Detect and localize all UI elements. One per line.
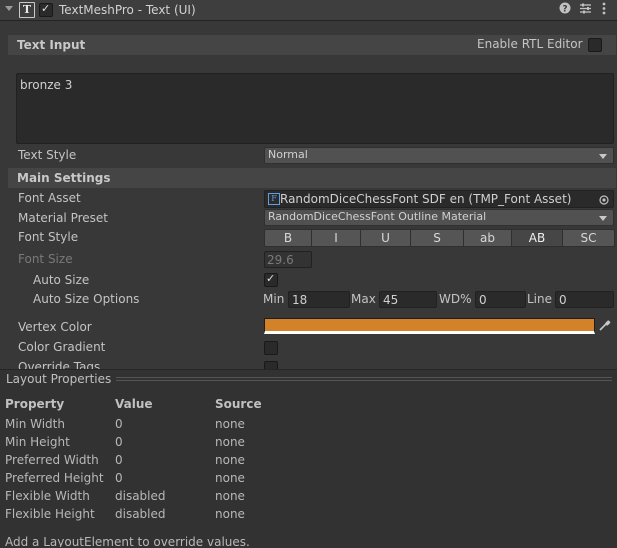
font-size-label: Font Size bbox=[18, 252, 73, 266]
line-label: Line bbox=[527, 292, 553, 306]
table-row-source: none bbox=[215, 489, 245, 503]
color-gradient-label: Color Gradient bbox=[18, 340, 106, 354]
table-row-value: 0 bbox=[115, 471, 123, 485]
table-row-property: Flexible Height bbox=[5, 507, 95, 521]
table-row-value: disabled bbox=[115, 507, 166, 521]
divider bbox=[116, 377, 612, 378]
text-input-value: bronze 3 bbox=[20, 78, 73, 92]
table-row-source: none bbox=[215, 417, 245, 431]
font-asset-label: Font Asset bbox=[18, 191, 81, 205]
min-value: 18 bbox=[292, 293, 308, 307]
component-enabled-checkbox[interactable]: ✓ bbox=[39, 2, 53, 17]
min-label: Min bbox=[263, 292, 285, 306]
chevron-down-icon bbox=[599, 216, 607, 221]
text-input-area[interactable]: bronze 3 bbox=[16, 73, 614, 144]
table-row-value: 0 bbox=[115, 435, 123, 449]
checkmark-icon: ✓ bbox=[266, 272, 276, 285]
uppercase-button[interactable]: AB bbox=[512, 230, 563, 246]
divider bbox=[116, 380, 612, 381]
text-style-label: Text Style bbox=[18, 148, 77, 162]
font-asset-icon: F bbox=[268, 193, 280, 205]
layout-footer-note: Add a LayoutElement to override values. bbox=[5, 535, 250, 547]
wd-field[interactable]: 0 bbox=[475, 291, 526, 308]
kebab-menu-icon[interactable] bbox=[602, 2, 606, 18]
presets-icon[interactable] bbox=[579, 2, 592, 18]
table-row-property: Preferred Width bbox=[5, 453, 99, 467]
material-preset-value: RandomDiceChessFont Outline Material bbox=[268, 210, 487, 223]
font-asset-value: RandomDiceChessFont SDF en (TMP_Font Ass… bbox=[280, 192, 572, 206]
wd-value: 0 bbox=[479, 293, 487, 307]
vertex-color-label: Vertex Color bbox=[18, 320, 92, 334]
column-header-property: Property bbox=[5, 397, 65, 411]
color-gradient-checkbox[interactable] bbox=[264, 341, 278, 355]
text-component-icon: T bbox=[19, 2, 35, 18]
max-value: 45 bbox=[383, 293, 399, 307]
table-row-property: Min Height bbox=[5, 435, 70, 449]
material-preset-label: Material Preset bbox=[18, 211, 108, 225]
font-style-toolbar: B I U S ab AB SC bbox=[264, 229, 615, 247]
max-field[interactable]: 45 bbox=[379, 291, 437, 308]
main-settings-label: Main Settings bbox=[17, 171, 111, 185]
table-row-value: 0 bbox=[115, 417, 123, 431]
checkmark-icon: ✓ bbox=[41, 2, 51, 15]
material-preset-dropdown[interactable]: RandomDiceChessFont Outline Material bbox=[264, 209, 614, 226]
layout-properties-title: Layout Properties bbox=[6, 372, 112, 386]
help-icon[interactable]: ? bbox=[559, 2, 571, 17]
auto-size-checkbox[interactable]: ✓ bbox=[264, 272, 278, 287]
table-row-source: none bbox=[215, 453, 245, 467]
underline-button[interactable]: U bbox=[361, 230, 411, 246]
table-row-source: none bbox=[215, 435, 245, 449]
text-style-dropdown[interactable]: Normal bbox=[264, 147, 614, 164]
override-tags-row: Override Tags bbox=[0, 356, 617, 369]
table-row-value: 0 bbox=[115, 453, 123, 467]
table-row-source: none bbox=[215, 507, 245, 521]
override-tags-label: Override Tags bbox=[18, 360, 101, 369]
strikethrough-button[interactable]: S bbox=[411, 230, 464, 246]
table-row-property: Min Width bbox=[5, 417, 65, 431]
layout-footer-row: Add a LayoutElement to override values. bbox=[0, 532, 617, 547]
max-label: Max bbox=[351, 292, 376, 306]
smallcaps-button[interactable]: SC bbox=[563, 230, 614, 246]
column-header-source: Source bbox=[215, 397, 262, 411]
override-tags-checkbox[interactable] bbox=[264, 361, 278, 369]
table-row-value: disabled bbox=[115, 489, 166, 503]
chevron-down-icon bbox=[599, 154, 607, 159]
lowercase-button[interactable]: ab bbox=[464, 230, 512, 246]
font-size-field: 29.6 bbox=[264, 251, 312, 268]
foldout-arrow-icon[interactable] bbox=[5, 6, 13, 11]
italic-button[interactable]: I bbox=[312, 230, 361, 246]
rtl-editor-checkbox[interactable] bbox=[588, 38, 602, 52]
table-row-property: Flexible Width bbox=[5, 489, 90, 503]
line-field[interactable]: 0 bbox=[555, 291, 614, 308]
bold-button[interactable]: B bbox=[265, 230, 312, 246]
table-row-property: Preferred Height bbox=[5, 471, 104, 485]
component-title: TextMeshPro - Text (UI) bbox=[59, 3, 196, 17]
object-picker-icon[interactable] bbox=[599, 194, 609, 208]
rtl-editor-label: Enable RTL Editor bbox=[477, 37, 583, 51]
auto-size-options-label: Auto Size Options bbox=[33, 292, 140, 306]
line-value: 0 bbox=[559, 293, 567, 307]
vertex-color-swatch[interactable] bbox=[264, 318, 595, 334]
column-header-value: Value bbox=[115, 397, 153, 411]
auto-size-label: Auto Size bbox=[33, 273, 90, 287]
font-asset-field[interactable]: F RandomDiceChessFont SDF en (TMP_Font A… bbox=[264, 190, 614, 208]
eyedropper-icon[interactable] bbox=[598, 319, 611, 335]
text-style-value: Normal bbox=[268, 148, 308, 161]
font-style-label: Font Style bbox=[18, 230, 79, 244]
svg-text:?: ? bbox=[562, 4, 567, 14]
min-field[interactable]: 18 bbox=[288, 291, 350, 308]
text-input-label: Text Input bbox=[17, 38, 86, 52]
table-row-source: none bbox=[215, 471, 245, 485]
wd-label: WD% bbox=[439, 292, 472, 306]
font-size-value: 29.6 bbox=[267, 253, 294, 267]
